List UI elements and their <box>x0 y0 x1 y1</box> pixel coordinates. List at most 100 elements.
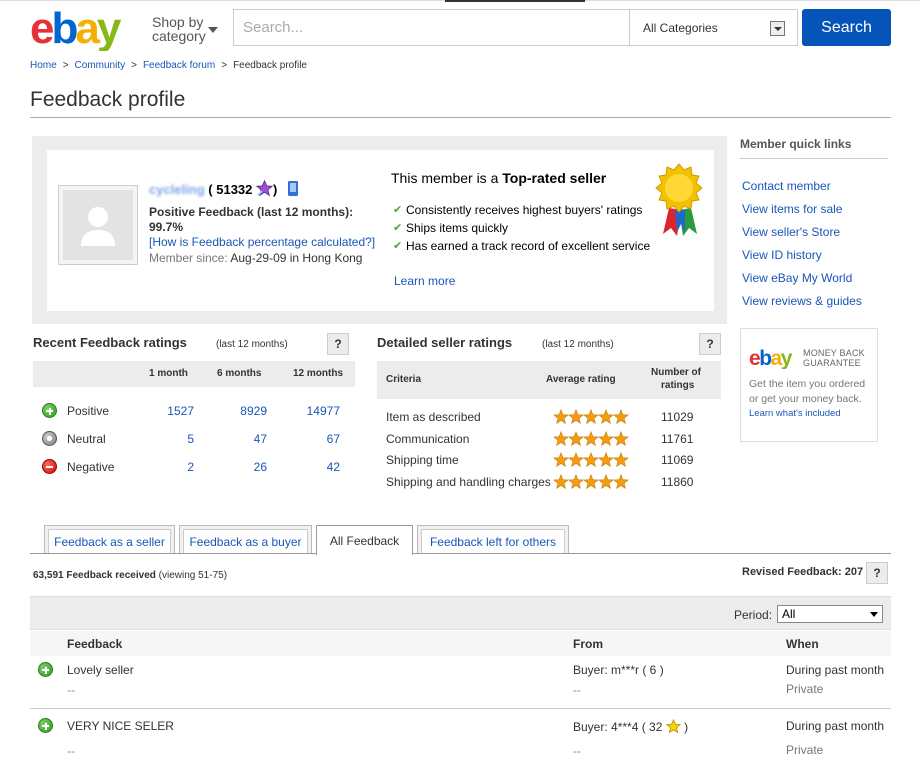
view-id-history-link[interactable]: View ID history <box>742 248 822 262</box>
category-select[interactable]: All Categories <box>629 10 797 45</box>
money-back-learn-link[interactable]: Learn what's included <box>749 408 841 419</box>
positive-icon <box>38 662 53 677</box>
revised-help-button[interactable]: ? <box>866 562 888 584</box>
svg-text:ebay: ebay <box>30 5 122 51</box>
five-star-rating-icon <box>553 409 629 425</box>
tab-label: Feedback as a buyer <box>183 529 308 554</box>
period-select[interactable]: All <box>777 605 883 623</box>
money-back-tagline: MONEY BACK GUARANTEE <box>803 348 865 368</box>
recent-ratings-help-button[interactable]: ? <box>327 333 349 355</box>
negative-1-month[interactable]: 2 <box>154 460 194 474</box>
feedback-private: Private <box>786 743 824 757</box>
col-average-rating: Average rating <box>546 374 616 385</box>
breadcrumb-forum[interactable]: Feedback forum <box>143 60 215 71</box>
positive-12-months[interactable]: 14977 <box>300 404 340 418</box>
col-feedback: Feedback <box>67 637 123 651</box>
tab-feedback-as-seller[interactable]: Feedback as a seller <box>44 525 175 554</box>
feedback-item-placeholder: -- <box>67 683 75 697</box>
top-rated-medal-icon <box>655 163 703 236</box>
feedback-viewing-range: (viewing 51-75) <box>158 570 228 581</box>
recent-ratings-subtitle: (last 12 months) <box>216 339 288 350</box>
neutral-1-month[interactable]: 5 <box>154 432 194 446</box>
neutral-6-months[interactable]: 47 <box>227 432 267 446</box>
negative-12-months[interactable]: 42 <box>300 460 340 474</box>
breadcrumb-current: Feedback profile <box>233 60 307 71</box>
tab-label: Feedback as a seller <box>48 529 171 554</box>
category-selected-value: All Categories <box>643 21 718 35</box>
page-title: Feedback profile <box>30 88 186 111</box>
money-back-line1: MONEY BACK <box>803 348 865 358</box>
period-selected-value: All <box>782 607 796 621</box>
title-divider <box>30 117 891 118</box>
view-items-link[interactable]: View items for sale <box>742 202 842 216</box>
view-reviews-link[interactable]: View reviews & guides <box>742 294 862 308</box>
tab-all-feedback[interactable]: All Feedback <box>316 525 413 555</box>
money-back-line2: GUARANTEE <box>803 358 861 368</box>
check-item: Ships items quickly <box>393 221 653 236</box>
rating-star-icon <box>568 452 584 468</box>
dsr-subtitle: (last 12 months) <box>542 339 614 350</box>
positive-icon <box>42 403 57 418</box>
rating-star-icon <box>568 474 584 490</box>
dsr-row: Shipping time 11069 <box>377 451 721 471</box>
recent-ratings-header: 1 month 6 months 12 months <box>33 361 355 387</box>
breadcrumb-separator: > <box>221 60 228 71</box>
rating-star-icon <box>583 409 599 425</box>
svg-text:ebay: ebay <box>749 347 793 369</box>
row-divider <box>30 708 891 709</box>
positive-1-month[interactable]: 1527 <box>154 404 194 418</box>
dsr-criteria: Shipping and handling charges <box>386 475 551 489</box>
dropdown-arrow-icon <box>770 21 785 36</box>
learn-more-link[interactable]: Learn more <box>394 274 455 288</box>
breadcrumb-separator: > <box>62 60 69 71</box>
top-rated-heading: This member is a Top-rated seller <box>391 170 606 186</box>
search-input[interactable] <box>234 10 629 45</box>
recent-row-negative: Negative 2 26 42 <box>33 458 355 478</box>
feedback-item-placeholder: -- <box>67 744 75 758</box>
feedback-from: Buyer: 4***4 ( 32 ) <box>573 718 688 734</box>
score-open: ( <box>208 182 213 197</box>
rating-star-icon <box>568 431 584 447</box>
breadcrumb-separator: > <box>131 60 137 71</box>
feedback-score[interactable]: 51332 <box>216 182 252 197</box>
rating-star-icon <box>598 409 614 425</box>
contact-member-link[interactable]: Contact member <box>742 179 831 193</box>
five-star-rating-icon <box>553 431 629 447</box>
positive-feedback-percent: 99.7% <box>149 220 184 234</box>
money-back-text: Get the item you ordered or get your mon… <box>749 378 866 405</box>
table-row: VERY NICE SELER -- Buyer: 4***4 ( 32 ) -… <box>30 712 891 764</box>
ebay-logo[interactable]: ebay <box>30 5 140 51</box>
yellow-star-icon <box>665 718 681 734</box>
shop-by-category[interactable]: Shop by category <box>152 15 222 43</box>
how-calculated-link[interactable]: [How is Feedback percentage calculated?] <box>149 235 375 249</box>
breadcrumb-community[interactable]: Community <box>75 60 126 71</box>
username[interactable]: cycleling <box>149 182 205 197</box>
positive-6-months[interactable]: 8929 <box>227 404 267 418</box>
neutral-12-months[interactable]: 67 <box>300 432 340 446</box>
view-my-world-link[interactable]: View eBay My World <box>742 271 852 285</box>
tab-feedback-as-buyer[interactable]: Feedback as a buyer <box>179 525 312 554</box>
breadcrumb-home[interactable]: Home <box>30 60 57 71</box>
rating-star-icon <box>553 474 569 490</box>
dsr-title: Detailed seller ratings <box>377 335 513 350</box>
dsr-row: Communication 11761 <box>377 430 721 450</box>
dsr-help-button[interactable]: ? <box>699 333 721 355</box>
tab-feedback-left-for-others[interactable]: Feedback left for others <box>417 525 569 554</box>
dsr-row: Item as described 11029 <box>377 408 721 428</box>
feedback-price-placeholder: -- <box>573 683 581 697</box>
rating-star-icon <box>553 452 569 468</box>
feedback-when: During past month <box>786 719 885 733</box>
positive-feedback-label: Positive Feedback (last 12 months): <box>149 205 354 219</box>
tab-label: Feedback left for others <box>421 529 565 554</box>
dsr-row: Shipping and handling charges 11860 <box>377 473 721 493</box>
quick-links-title: Member quick links <box>740 137 852 151</box>
revised-feedback-count: Revised Feedback: 207 <box>742 566 864 578</box>
negative-6-months[interactable]: 26 <box>227 460 267 474</box>
col-12-months: 12 months <box>293 368 344 379</box>
tabs-divider <box>30 553 891 554</box>
user-silhouette-icon <box>81 207 115 246</box>
view-store-link[interactable]: View seller's Store <box>742 225 840 239</box>
feedback-price-placeholder: -- <box>573 744 581 758</box>
search-button[interactable]: Search <box>802 9 891 46</box>
rating-star-icon <box>598 474 614 490</box>
